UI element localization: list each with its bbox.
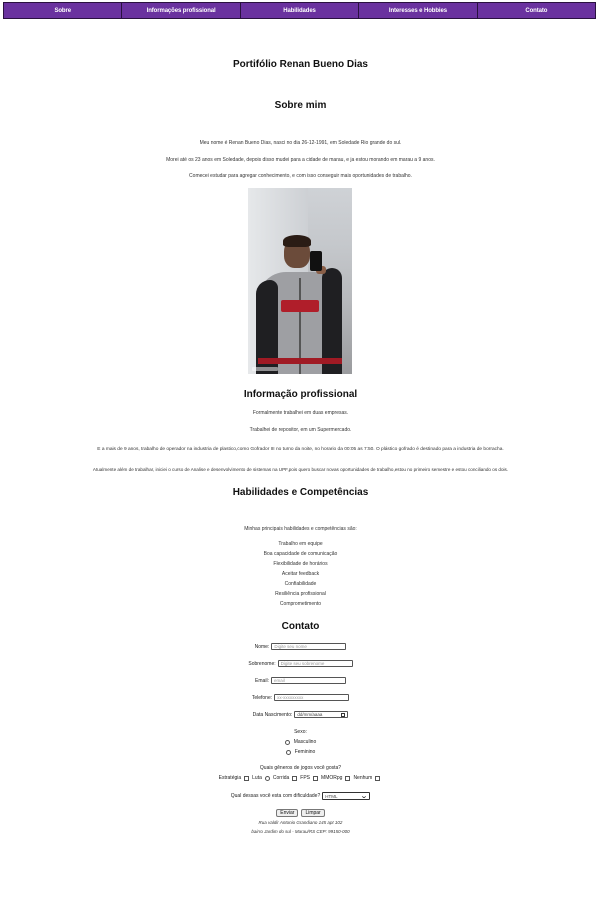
nav-link-contato[interactable]: Contato bbox=[478, 3, 595, 18]
birth-label: Data Nascimento: bbox=[252, 711, 293, 718]
nav-link-interesses[interactable]: Interesses e Hobbies bbox=[359, 3, 478, 18]
skills-heading: Habilidades e Competências bbox=[232, 487, 369, 498]
about-paragraph: Comecei estudar para agregar conheciment… bbox=[189, 173, 412, 179]
skill-item: Aceitar feedback bbox=[281, 571, 320, 577]
phone-input[interactable]: xx-xxxxxxxxx bbox=[274, 694, 350, 701]
professional-paragraph: Formalmente trabalhei em duas empresas. bbox=[252, 410, 349, 416]
checkbox-estrategia[interactable] bbox=[244, 775, 250, 781]
phone-label: Telefone: bbox=[251, 694, 273, 701]
birth-date-placeholder: dd/mm/aaaa bbox=[297, 712, 323, 717]
nav-link-habilidades[interactable]: Habilidades bbox=[241, 3, 360, 18]
name-label: Nome: bbox=[254, 643, 270, 650]
games-question-row: Quais gêneros de jogos você gosta? bbox=[0, 765, 601, 771]
skill-item: Resiliência profissional bbox=[275, 591, 326, 597]
sex-option-row: Feminino bbox=[0, 749, 601, 755]
footer-address-line: bairro Jardim do sul - Marau/RS CEP: 991… bbox=[251, 829, 350, 834]
nav-link-informacoes[interactable]: Informações profissional bbox=[122, 3, 241, 18]
about-paragraph: Morei até os 23 anos em Soledade, depois… bbox=[166, 157, 435, 163]
sex-option-row: Masculino bbox=[0, 739, 601, 745]
skill-item: Trabalho em equipe bbox=[278, 541, 323, 547]
professional-paragraph: Atualmente além de trabalhar, iniciei o … bbox=[92, 467, 509, 472]
email-input[interactable]: email bbox=[270, 677, 346, 684]
name-row: Nome: Digite seu nome bbox=[0, 643, 601, 650]
professional-paragraph: Trabalhei de repositor, em um Supermerca… bbox=[249, 427, 352, 433]
checkbox-luta[interactable] bbox=[264, 775, 270, 781]
surname-label: Sobrenome: bbox=[248, 660, 276, 667]
footer-address-line: Rua valdir Antonio Grandiano 145 apt 102 bbox=[258, 820, 343, 825]
contact-heading: Contato bbox=[281, 621, 320, 632]
difficulty-row: Qual dessas você esta com dificuldade? H… bbox=[0, 792, 601, 800]
checkbox-mmorpg[interactable] bbox=[345, 775, 351, 781]
surname-input[interactable]: Digite seu sobrenome bbox=[277, 660, 353, 667]
top-nav: Sobre Informações profissional Habilidad… bbox=[3, 2, 596, 19]
skill-item: Boa capacidade de comunicação bbox=[263, 551, 338, 557]
about-paragraph: Meu nome é Renan Bueno Dias, nasci no di… bbox=[199, 140, 402, 146]
sex-label: Sexo: bbox=[294, 729, 307, 735]
checkbox-fps[interactable] bbox=[313, 775, 319, 781]
checkbox-label-mmorpg: MMORpg bbox=[321, 775, 343, 781]
games-options-row: Estratégia Luta Corrida FPS MMORpg Nenhu… bbox=[0, 775, 601, 781]
radio-label-feminino: Feminino bbox=[294, 749, 316, 755]
chevron-down-icon: ⌄ bbox=[360, 792, 369, 800]
email-label: Email: bbox=[255, 677, 269, 684]
email-row: Email: email bbox=[0, 677, 601, 684]
skill-item: Comprometimento bbox=[279, 601, 322, 607]
skill-item: Flexibilidade de horários bbox=[273, 561, 328, 567]
checkbox-label-luta: Luta bbox=[252, 775, 262, 781]
difficulty-label: Qual dessas você esta com dificuldade? bbox=[230, 793, 321, 799]
sex-row: Sexo: bbox=[0, 729, 601, 735]
name-input[interactable]: Digite seu nome bbox=[271, 643, 347, 650]
skills-intro: Minhas principais habilidades e competên… bbox=[244, 526, 357, 532]
submit-button[interactable]: Enviar bbox=[276, 809, 299, 817]
radio-masculino[interactable] bbox=[284, 739, 290, 745]
birth-row: Data Nascimento: dd/mm/aaaa bbox=[0, 711, 601, 718]
nav-link-sobre[interactable]: Sobre bbox=[4, 3, 123, 18]
radio-feminino[interactable] bbox=[285, 749, 291, 755]
profile-photo bbox=[248, 188, 352, 374]
games-question: Quais gêneros de jogos você gosta? bbox=[259, 765, 342, 771]
page-title: Portifólio Renan Bueno Dias bbox=[232, 59, 368, 70]
difficulty-selected-value: HTML bbox=[325, 793, 338, 799]
surname-row: Sobrenome: Digite seu sobrenome bbox=[0, 660, 601, 667]
checkbox-label-nenhum: Nenhum bbox=[353, 775, 373, 781]
checkbox-label-fps: FPS bbox=[300, 775, 311, 781]
checkbox-corrida[interactable] bbox=[292, 775, 298, 781]
professional-heading: Informação profissional bbox=[243, 389, 358, 400]
about-heading: Sobre mim bbox=[274, 100, 327, 111]
calendar-icon[interactable] bbox=[341, 712, 346, 717]
birth-date-input[interactable]: dd/mm/aaaa bbox=[294, 711, 349, 718]
checkbox-label-corrida: Corrida bbox=[272, 775, 290, 781]
difficulty-select[interactable]: HTML ⌄ bbox=[322, 792, 371, 800]
professional-paragraph: E a mais de 9 anos, trabalho de operador… bbox=[97, 447, 504, 452]
checkbox-label-estrategia: Estratégia bbox=[218, 775, 242, 781]
phone-icon bbox=[310, 251, 322, 271]
checkbox-nenhum[interactable] bbox=[375, 775, 381, 781]
reset-button[interactable]: Limpar bbox=[301, 809, 325, 817]
phone-row: Telefone: xx-xxxxxxxxx bbox=[0, 694, 601, 701]
form-buttons-row: Enviar Limpar bbox=[0, 809, 601, 817]
radio-label-masculino: Masculino bbox=[293, 739, 317, 745]
skill-item: Confiabilidade bbox=[284, 581, 317, 587]
